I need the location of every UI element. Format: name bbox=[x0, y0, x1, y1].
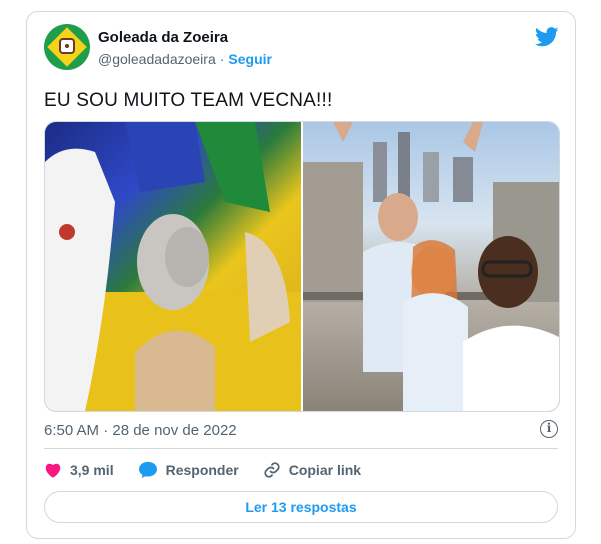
avatar[interactable] bbox=[44, 24, 90, 70]
read-replies-button[interactable]: Ler 13 respostas bbox=[44, 491, 558, 523]
tweet-timestamp[interactable]: 6:50 AM · 28 de nov de 2022 bbox=[44, 422, 237, 439]
like-count: 3,9 mil bbox=[70, 462, 114, 478]
author-handle-row: @goleadadazoeira · Seguir bbox=[98, 51, 272, 67]
actions-bar: 3,9 mil Responder Copiar link bbox=[44, 461, 385, 479]
photo-fans-brazil[interactable] bbox=[45, 122, 301, 411]
speech-bubble-icon bbox=[138, 461, 157, 479]
author-name[interactable]: Goleada da Zoeira bbox=[98, 29, 228, 46]
separator-dot: · bbox=[219, 51, 225, 67]
copy-link-label: Copiar link bbox=[288, 462, 362, 478]
tweet-card: Goleada da Zoeira @goleadadazoeira · Segui… bbox=[26, 11, 576, 539]
twitter-bird-icon[interactable] bbox=[535, 27, 559, 47]
reply-button[interactable]: Responder bbox=[138, 461, 239, 479]
photo-fans-brazil-illustration bbox=[45, 122, 301, 411]
author-handle[interactable]: @goleadadazoeira bbox=[98, 51, 216, 67]
follow-link[interactable]: Seguir bbox=[228, 51, 272, 67]
tweet-text: EU SOU MUITO TEAM VECNA!!! bbox=[44, 90, 333, 111]
photo-group-selfie-argentina[interactable] bbox=[303, 122, 559, 411]
like-button[interactable]: 3,9 mil bbox=[44, 462, 114, 478]
divider bbox=[44, 448, 558, 449]
media-grid bbox=[44, 121, 560, 412]
info-icon[interactable]: i bbox=[540, 420, 558, 438]
heart-icon bbox=[45, 463, 61, 478]
photo-group-selfie-illustration bbox=[303, 122, 559, 411]
copy-link-button[interactable]: Copiar link bbox=[263, 461, 361, 479]
reply-label: Responder bbox=[165, 462, 239, 478]
link-icon bbox=[264, 462, 280, 478]
